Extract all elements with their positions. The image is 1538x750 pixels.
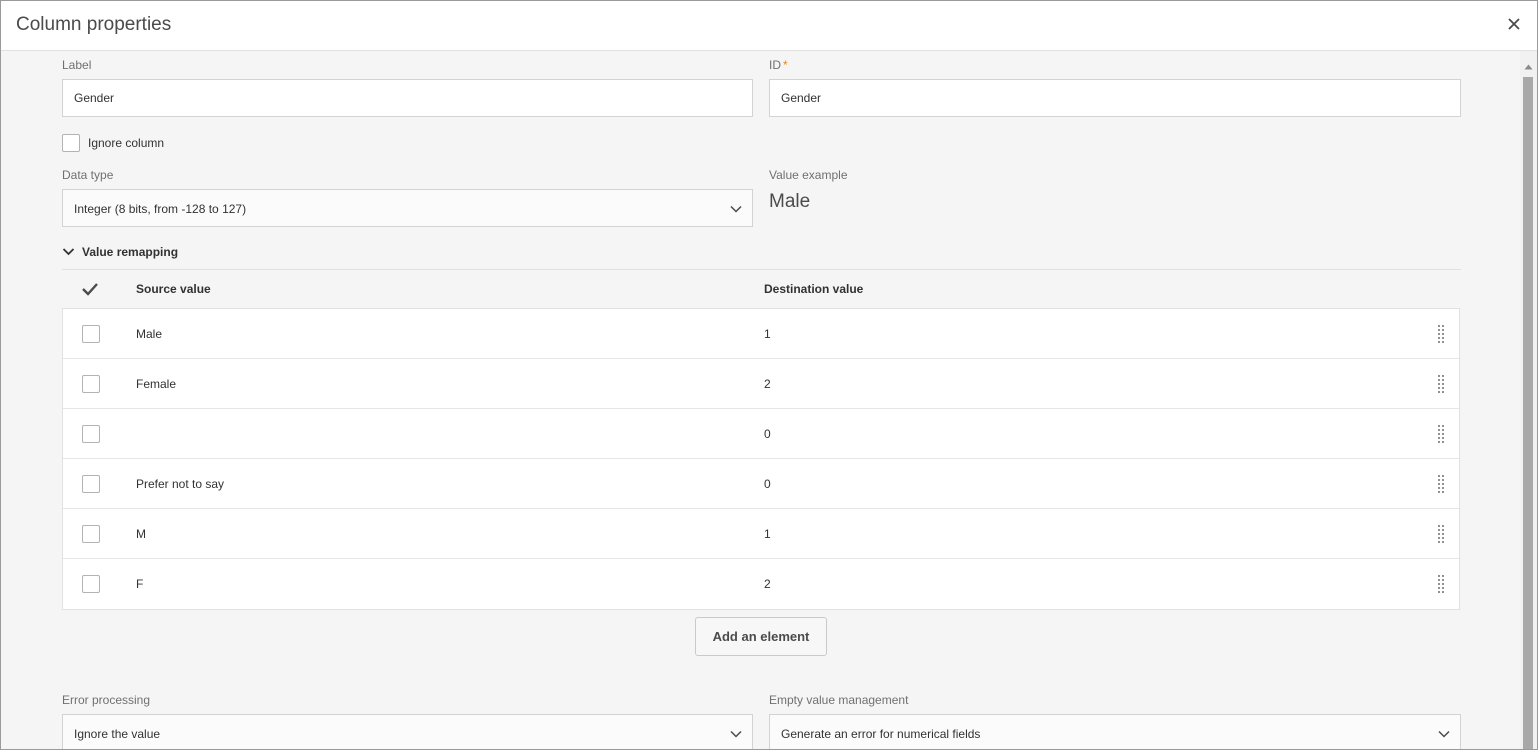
ignore-column-label: Ignore column — [88, 136, 165, 150]
drag-handle-icon[interactable] — [1437, 424, 1445, 449]
data-type-select[interactable]: Integer (8 bits, from -128 to 127) — [62, 189, 753, 227]
vertical-scrollbar[interactable] — [1520, 51, 1537, 749]
drag-handle-icon[interactable] — [1437, 524, 1445, 549]
table-row: 0 — [63, 409, 1459, 459]
chevron-down-icon — [729, 203, 743, 217]
id-label-text: ID — [769, 58, 781, 72]
row-checkbox[interactable] — [82, 575, 100, 593]
dialog-header: Column properties — [1, 1, 1537, 51]
scroll-up-arrow-icon[interactable] — [1524, 57, 1533, 75]
required-marker: * — [783, 58, 788, 72]
add-element-button[interactable]: Add an element — [695, 617, 827, 656]
table-row: F 2 — [63, 559, 1459, 609]
destination-value-cell[interactable]: 1 — [764, 327, 771, 341]
select-all-checkmark-icon[interactable] — [81, 281, 99, 302]
label-field-label: Label — [62, 58, 92, 72]
table-row: Male 1 — [63, 309, 1459, 359]
source-value-cell[interactable]: Prefer not to say — [136, 477, 224, 491]
row-checkbox[interactable] — [82, 375, 100, 393]
value-example-label: Value example — [769, 168, 848, 182]
destination-value-cell[interactable]: 1 — [764, 527, 771, 541]
remapping-table-header: Source value Destination value — [62, 270, 1460, 308]
label-input[interactable] — [62, 79, 753, 117]
source-value-header: Source value — [136, 282, 211, 296]
remapping-table-body: Male 1 Female 2 0 Prefer not to say 0 M … — [62, 308, 1460, 610]
table-row: Prefer not to say 0 — [63, 459, 1459, 509]
table-row: Female 2 — [63, 359, 1459, 409]
source-value-cell[interactable]: Female — [136, 377, 176, 391]
id-input[interactable] — [769, 79, 1461, 117]
error-processing-select[interactable]: Ignore the value — [62, 714, 753, 749]
drag-handle-icon[interactable] — [1437, 574, 1445, 599]
row-checkbox[interactable] — [82, 475, 100, 493]
table-row: M 1 — [63, 509, 1459, 559]
source-value-cell[interactable]: Male — [136, 327, 162, 341]
destination-value-cell[interactable]: 2 — [764, 377, 771, 391]
drag-handle-icon[interactable] — [1437, 374, 1445, 399]
destination-value-cell[interactable]: 0 — [764, 477, 771, 491]
dialog-body: Label ID* Ignore column Data type Intege… — [1, 51, 1521, 749]
ignore-column-checkbox[interactable] — [62, 134, 80, 152]
column-properties-dialog: Column properties Label ID* Ignore colum… — [0, 0, 1538, 750]
error-processing-label: Error processing — [62, 693, 151, 707]
close-button[interactable] — [1503, 13, 1525, 35]
close-icon — [1503, 13, 1525, 35]
row-checkbox[interactable] — [82, 325, 100, 343]
value-remapping-title: Value remapping — [82, 245, 179, 259]
error-processing-value: Ignore the value — [74, 727, 161, 741]
value-example-value: Male — [769, 191, 811, 212]
drag-handle-icon[interactable] — [1437, 324, 1445, 349]
source-value-cell[interactable]: F — [136, 577, 143, 591]
chevron-down-icon — [62, 243, 75, 261]
destination-value-cell[interactable]: 0 — [764, 427, 771, 441]
data-type-label: Data type — [62, 168, 114, 182]
scrollbar-thumb[interactable] — [1523, 77, 1533, 749]
chevron-down-icon — [1437, 728, 1451, 742]
value-remapping-toggle[interactable]: Value remapping — [62, 243, 178, 261]
destination-value-header: Destination value — [764, 282, 864, 296]
destination-value-cell[interactable]: 2 — [764, 577, 771, 591]
drag-handle-icon[interactable] — [1437, 474, 1445, 499]
empty-value-value: Generate an error for numerical fields — [781, 727, 981, 741]
row-checkbox[interactable] — [82, 525, 100, 543]
chevron-down-icon — [729, 728, 743, 742]
dialog-title: Column properties — [16, 14, 172, 35]
empty-value-label: Empty value management — [769, 693, 909, 707]
data-type-value: Integer (8 bits, from -128 to 127) — [74, 202, 247, 216]
row-checkbox[interactable] — [82, 425, 100, 443]
source-value-cell[interactable]: M — [136, 527, 146, 541]
empty-value-select[interactable]: Generate an error for numerical fields — [769, 714, 1461, 749]
id-field-label: ID * — [769, 58, 788, 72]
